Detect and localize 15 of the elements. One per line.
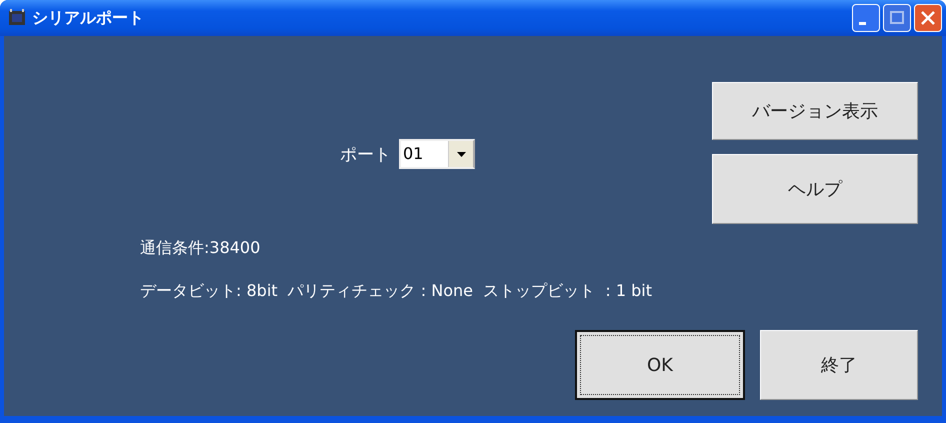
close-button[interactable] <box>914 4 942 32</box>
dialog-button[interactable]: OK <box>575 330 745 400</box>
app-icon <box>8 9 26 27</box>
minimize-icon <box>859 22 866 25</box>
port-dropdown[interactable]: 01 <box>399 139 475 169</box>
maximize-button[interactable] <box>883 4 911 32</box>
info-text: 通信条件:38400 <box>140 238 262 259</box>
port-label: ポート <box>340 144 391 166</box>
dropdown-arrow-icon <box>456 152 466 156</box>
window-title: シリアルポート <box>32 8 144 28</box>
side-button[interactable]: バージョン表示 <box>712 82 918 140</box>
dialog-button[interactable]: 終了 <box>760 330 918 400</box>
side-button[interactable]: ヘルプ <box>712 154 918 224</box>
minimize-button[interactable] <box>852 4 880 32</box>
info-text: データビット: 8bit パリティチェック : None ストップビット : 1 bit <box>140 281 653 302</box>
